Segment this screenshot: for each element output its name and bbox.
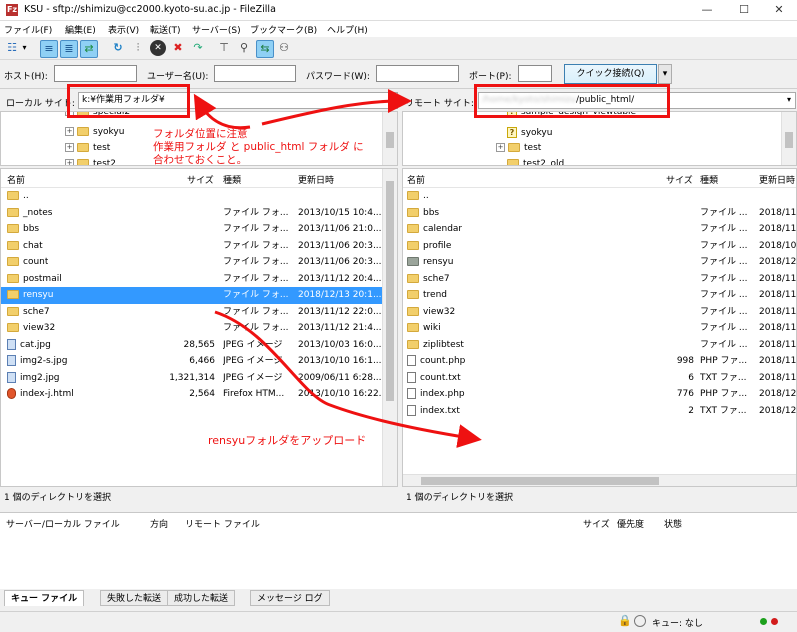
arrow-upload [214,310,482,448]
annotation-note-1-line3: 合わせておくこと。 [153,154,248,166]
arrow-to-local-path [193,93,251,130]
arrow-to-remote-path [261,89,412,126]
annotation-note-1-line1: フォルダ位置に注意 [153,128,248,140]
annotation-note-2: rensyuフォルダをアップロード [208,434,367,447]
annotation-note-1-line2: 作業用フォルダ と public_html フォルダ に [153,141,364,153]
annotation-note-1: フォルダ位置に注意 作業用フォルダ と public_html フォルダ に 合… [153,128,364,167]
annotation-arrows [193,89,482,448]
